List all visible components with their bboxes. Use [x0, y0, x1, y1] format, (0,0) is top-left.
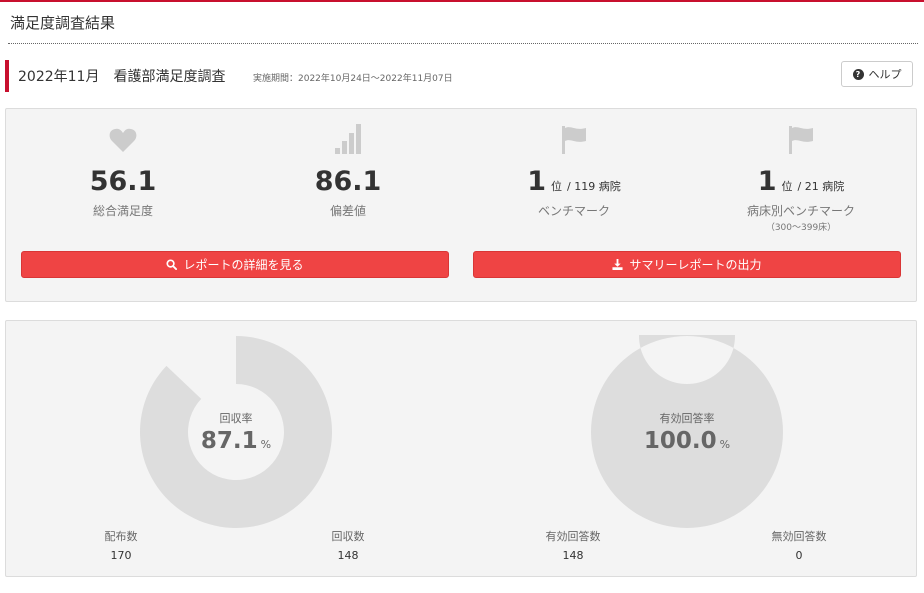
heart-icon [109, 128, 137, 152]
distributed-count-value: 170 [110, 549, 132, 562]
deviation-score-label: 偏差値 [329, 204, 366, 218]
valid-answer-count: 有効回答数 148 [518, 528, 628, 562]
invalid-answer-count-label: 無効回答数 [771, 530, 827, 543]
export-summary-report-button[interactable]: サマリーレポートの出力 [473, 251, 901, 278]
collected-count-label: 回収数 [331, 530, 365, 543]
search-icon [166, 259, 178, 270]
top-accent-rule [0, 0, 924, 2]
collected-count-value: 148 [337, 549, 359, 562]
export-summary-report-label: サマリーレポートの出力 [629, 258, 762, 272]
valid-rate-donut: 有効回答率 100.0 % [590, 288, 784, 529]
response-rate-unit: % [260, 438, 272, 451]
valid-rate-value: 100.0 [643, 428, 717, 454]
question-circle-icon: ? [852, 68, 864, 80]
valid-rate-center: 有効回答率 100.0 % [590, 335, 784, 529]
valid-answer-count-value: 148 [562, 549, 584, 562]
collected-count: 回収数 148 [293, 528, 403, 562]
title-divider [8, 43, 918, 44]
invalid-answer-count: 無効回答数 0 [744, 528, 854, 562]
bed-benchmark-rank-value: 1 [757, 166, 777, 197]
valid-rate-unit: % [719, 438, 731, 451]
summary-stats-panel: 56.1 総合満足度 86.1 偏差値 1 位 / 119 病院 ベンチマーク [5, 108, 917, 302]
view-report-detail-label: レポートの詳細を見る [183, 258, 304, 272]
page-title: 満足度調査結果 [10, 14, 116, 32]
response-rate-donut: 回収率 87.1 % [139, 335, 333, 529]
invalid-answer-count-value: 0 [795, 549, 803, 562]
response-rate-center: 回収率 87.1 % [139, 335, 333, 529]
benchmark-total: / 119 病院 [567, 180, 621, 193]
response-charts-panel: 回収率 87.1 % 配布数 170 回収数 148 有効回答率 100.0 %… [5, 288, 917, 577]
response-rate-value: 87.1 [200, 428, 258, 454]
view-report-detail-button[interactable]: レポートの詳細を見る [21, 251, 449, 278]
bed-benchmark-total: / 21 病院 [797, 180, 845, 193]
download-icon [612, 259, 624, 270]
bed-benchmark-rank-unit: 位 [781, 180, 793, 193]
valid-rate-label: 有効回答率 [659, 412, 715, 425]
flag-icon [562, 126, 586, 154]
valid-answer-count-label: 有効回答数 [545, 530, 601, 543]
bed-benchmark-note: （300～399床） [765, 223, 837, 233]
distributed-count-label: 配布数 [104, 530, 138, 543]
help-button[interactable]: ? ヘルプ [841, 61, 913, 87]
distributed-count: 配布数 170 [66, 528, 176, 562]
benchmark-rank-unit: 位 [551, 180, 563, 193]
benchmark-rank-value: 1 [527, 166, 547, 197]
benchmark-label: ベンチマーク [537, 204, 610, 218]
signal-bars-icon [335, 124, 361, 154]
survey-period: 実施期間：2022年10月24日～2022年11月07日 [253, 74, 453, 84]
flag-icon [789, 126, 813, 154]
deviation-score-value: 86.1 [314, 166, 382, 197]
response-rate-label: 回収率 [219, 412, 253, 425]
overall-satisfaction-label: 総合満足度 [92, 204, 153, 218]
survey-accent-bar [5, 60, 9, 92]
bed-benchmark-label: 病床別ベンチマーク [746, 204, 855, 218]
overall-satisfaction-value: 56.1 [89, 166, 157, 197]
survey-title: 2022年11月 看護部満足度調査 [18, 69, 226, 85]
help-button-label: ヘルプ [868, 68, 902, 81]
